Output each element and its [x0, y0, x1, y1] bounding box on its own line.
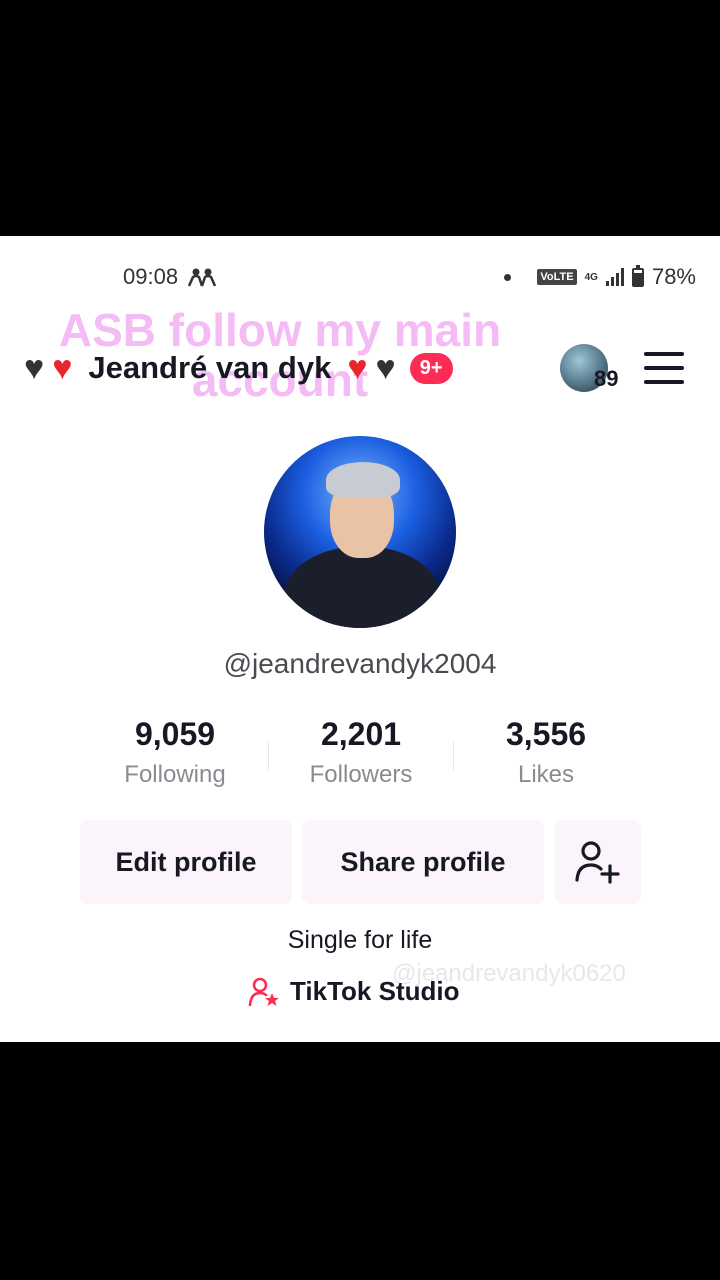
tiktok-studio-label: TikTok Studio [290, 976, 460, 1006]
notification-dot [504, 273, 512, 281]
tiktok-profile-screen: 09:08 VoLTE 4G 78% ASB follow my main ac… [0, 236, 720, 1042]
add-friend-button[interactable] [555, 820, 641, 904]
battery-icon [631, 264, 644, 287]
status-time: 09:08 [123, 264, 217, 290]
stat-label: Followers [309, 761, 413, 788]
status-icons: VoLTE 4G 78% [504, 264, 696, 290]
add-friend-icon [575, 841, 620, 884]
people-icon [188, 268, 217, 287]
signal-icon [605, 268, 624, 286]
display-name[interactable]: Jeandré van dyk [88, 350, 331, 386]
notification-badge[interactable]: 9+ [409, 352, 453, 384]
stat-followers[interactable]: 2,201 Followers [268, 716, 454, 789]
stat-following[interactable]: 9,059 Following [82, 716, 268, 789]
status-time-text: 09:08 [123, 264, 179, 289]
black-heart-icon: ♥ [375, 349, 396, 387]
stat-likes[interactable]: 3,556 Likes [453, 716, 639, 789]
profile-bio: Single for life [287, 926, 433, 954]
story-count: 89 [594, 366, 619, 391]
red-heart-icon: ♥ [52, 349, 73, 387]
battery-percent: 78% [651, 264, 696, 289]
red-heart-icon: ♥ [347, 349, 368, 387]
edit-profile-button[interactable]: Edit profile [80, 820, 292, 904]
black-heart-icon: ♥ [24, 349, 45, 387]
creator-star-icon [248, 977, 279, 1006]
hamburger-menu-icon[interactable] [644, 352, 684, 384]
share-profile-button[interactable]: Share profile [302, 820, 544, 904]
stat-value: 3,556 [505, 716, 587, 752]
profile-handle: @jeandrevandyk2004 [223, 648, 497, 679]
profile-stats: 9,059 Following 2,201 Followers 3,556 Li… [0, 716, 720, 796]
network-type: 4G [584, 271, 598, 283]
stat-label: Following [124, 761, 226, 788]
stat-label: Likes [517, 761, 575, 788]
tiktok-studio-link[interactable]: TikTok Studio [248, 976, 459, 1007]
stat-value: 2,201 [320, 716, 402, 752]
profile-header: ♥ ♥ Jeandré van dyk ♥ ♥ 9+ [24, 344, 453, 392]
volte-badge: VoLTE [537, 269, 577, 285]
stat-value: 9,059 [134, 716, 216, 752]
profile-avatar[interactable] [264, 436, 456, 628]
